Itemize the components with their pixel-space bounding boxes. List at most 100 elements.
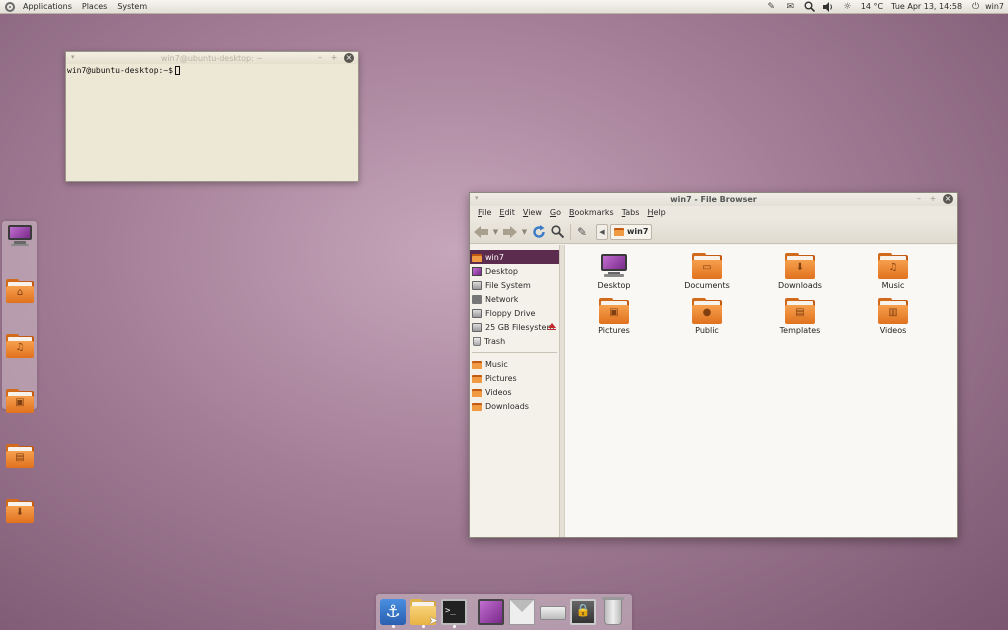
- sun-icon[interactable]: ☼: [842, 2, 853, 12]
- user-name[interactable]: win7: [981, 0, 1008, 14]
- music-folder-icon[interactable]: ♫: [6, 334, 34, 358]
- reload-icon[interactable]: [531, 224, 547, 240]
- trash-icon: [473, 336, 481, 346]
- eject-icon[interactable]: [548, 323, 556, 330]
- volume-icon[interactable]: [822, 1, 834, 12]
- sidebar-item-desktop[interactable]: Desktop: [470, 264, 559, 278]
- menubar: File Edit View Go Bookmarks Tabs Help: [470, 206, 957, 220]
- file-view[interactable]: Desktop ▭ Documents ⬇ Downloads ♫ Music …: [565, 245, 957, 537]
- search-icon[interactable]: [549, 224, 565, 240]
- bottom-dock: ⚓ ➤ >_ 🔒: [376, 594, 632, 630]
- desktop-icon[interactable]: [478, 599, 504, 625]
- sidebar-item-label: Floppy Drive: [485, 308, 536, 318]
- path-bar-left-arrow-icon[interactable]: ◀: [596, 223, 608, 240]
- close-button[interactable]: ×: [344, 53, 354, 63]
- minimize-button[interactable]: –: [915, 194, 923, 204]
- toolbar: ▼ ▼ ✎ ◀ win7: [470, 220, 957, 244]
- terminal-titlebar[interactable]: ▾ win7@ubuntu-desktop: ~ – + ×: [66, 52, 358, 64]
- sidebar-item-downloads[interactable]: Downloads: [470, 399, 559, 413]
- menu-edit[interactable]: Edit: [495, 206, 519, 220]
- lock-screen-icon[interactable]: 🔒: [570, 599, 596, 625]
- terminal-title: win7@ubuntu-desktop: ~: [160, 53, 264, 63]
- file-item-public[interactable]: ● Public: [672, 298, 742, 335]
- file-item-music[interactable]: ♫ Music: [858, 253, 928, 290]
- sidebar-item-pictures[interactable]: Pictures: [470, 371, 559, 385]
- path-crumb-home[interactable]: win7: [610, 223, 653, 240]
- mail-icon[interactable]: [509, 599, 535, 625]
- back-arrow-icon[interactable]: [473, 224, 489, 240]
- maximize-button[interactable]: +: [929, 194, 937, 204]
- menu-tabs[interactable]: Tabs: [618, 206, 644, 220]
- desktop-icon[interactable]: [6, 224, 34, 248]
- sidebar-item-trash[interactable]: Trash: [470, 334, 559, 348]
- file-item-documents[interactable]: ▭ Documents: [672, 253, 742, 290]
- file-browser-window[interactable]: ▾ win7 - File Browser – + × File Edit Vi…: [469, 192, 958, 538]
- file-browser-titlebar[interactable]: ▾ win7 - File Browser – + ×: [470, 193, 957, 206]
- menu-edit-rest: dit: [504, 208, 515, 217]
- sidebar-item-network[interactable]: Network: [470, 292, 559, 306]
- window-menu-icon[interactable]: ▾: [475, 194, 479, 202]
- trash-icon[interactable]: [602, 597, 624, 625]
- power-icon[interactable]: ⏻: [970, 2, 981, 12]
- sidebar-item-25gb-filesystem[interactable]: 25 GB Filesystem: [470, 320, 559, 334]
- sidebar-item-music[interactable]: Music: [470, 357, 559, 371]
- menu-bookmarks-rest: ookmarks: [574, 208, 614, 217]
- maximize-button[interactable]: +: [330, 53, 338, 63]
- window-menu-icon[interactable]: ▾: [71, 53, 75, 61]
- file-manager-icon[interactable]: ➤: [410, 599, 438, 627]
- music-folder-icon: [472, 360, 482, 369]
- file-browser-title: win7 - File Browser: [670, 195, 757, 204]
- minimize-button[interactable]: –: [316, 53, 324, 63]
- forward-history-chevron-icon[interactable]: ▼: [520, 224, 529, 240]
- sidebar-item-floppy-drive[interactable]: Floppy Drive: [470, 306, 559, 320]
- file-item-label: Music: [881, 281, 905, 290]
- menu-file[interactable]: File: [474, 206, 495, 220]
- ubuntu-logo-icon[interactable]: [5, 1, 15, 12]
- sidebar-item-label: Pictures: [485, 373, 517, 383]
- terminal-window[interactable]: ▾ win7@ubuntu-desktop: ~ – + × win7@ubun…: [65, 51, 359, 182]
- videos-folder-icon: ▥: [878, 298, 908, 324]
- drive-icon: [472, 322, 482, 332]
- documents-folder-icon: ▭: [692, 253, 722, 279]
- clock[interactable]: Tue Apr 13, 14:58: [887, 0, 966, 14]
- sidebar-item-home[interactable]: win7: [470, 250, 559, 264]
- close-button[interactable]: ×: [943, 194, 953, 204]
- menu-bookmarks[interactable]: Bookmarks: [565, 206, 618, 220]
- terminal-prompt: win7@ubuntu-desktop:~$: [67, 66, 173, 75]
- pictures-folder-icon[interactable]: ▣: [6, 389, 34, 413]
- terminal-icon[interactable]: >_: [441, 599, 467, 625]
- videos-folder-icon[interactable]: ▤: [6, 444, 34, 468]
- sidebar-item-videos[interactable]: Videos: [470, 385, 559, 399]
- places-menu[interactable]: Places: [77, 0, 112, 14]
- pencil-icon[interactable]: ✎: [766, 2, 777, 12]
- drive-icon[interactable]: [540, 606, 566, 620]
- file-item-desktop[interactable]: Desktop: [579, 253, 649, 290]
- home-folder-icon[interactable]: ⌂: [6, 279, 34, 303]
- mail-icon[interactable]: ✉: [785, 2, 796, 12]
- file-item-templates[interactable]: ▤ Templates: [765, 298, 835, 335]
- top-panel: Applications Places System ✎ ✉ ☼ 14 °C T…: [0, 0, 1008, 14]
- weather-temperature[interactable]: 14 °C: [857, 0, 887, 14]
- file-item-pictures[interactable]: ▣ Pictures: [579, 298, 649, 335]
- edit-location-pencil-icon[interactable]: ✎: [574, 224, 590, 240]
- search-icon[interactable]: [804, 1, 815, 12]
- menu-file-rest: ile: [482, 208, 492, 217]
- forward-arrow-icon[interactable]: [502, 224, 518, 240]
- anchor-icon[interactable]: ⚓: [380, 599, 406, 625]
- system-menu[interactable]: System: [112, 0, 152, 14]
- file-item-downloads[interactable]: ⬇ Downloads: [765, 253, 835, 290]
- terminal-cursor: [174, 66, 180, 75]
- menu-go[interactable]: Go: [546, 206, 565, 220]
- menu-tabs-rest: abs: [625, 208, 640, 217]
- menu-view[interactable]: View: [519, 206, 546, 220]
- terminal-body[interactable]: win7@ubuntu-desktop:~$: [66, 64, 358, 77]
- file-item-videos[interactable]: ▥ Videos: [858, 298, 928, 335]
- menu-help[interactable]: Help: [643, 206, 669, 220]
- sidebar-item-file-system[interactable]: File System: [470, 278, 559, 292]
- home-icon: [614, 227, 624, 236]
- file-browser-window-buttons: – + ×: [915, 194, 953, 204]
- panel-menus: Applications Places System: [0, 0, 152, 14]
- downloads-folder-icon[interactable]: ⬇: [6, 499, 34, 523]
- back-history-chevron-icon[interactable]: ▼: [491, 224, 500, 240]
- applications-menu[interactable]: Applications: [18, 0, 77, 14]
